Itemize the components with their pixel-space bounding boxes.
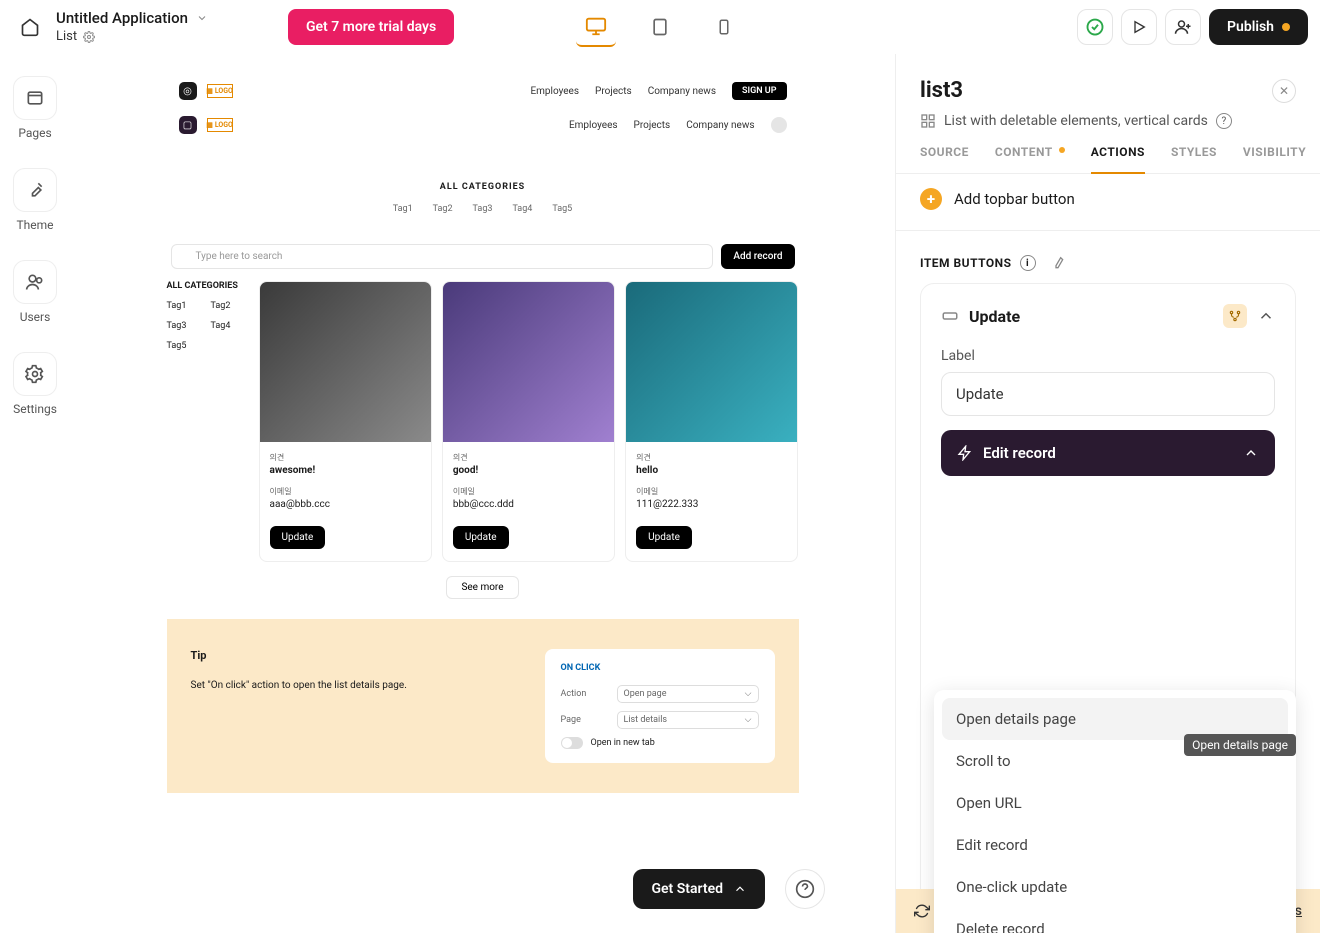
see-more-button[interactable]: See more — [446, 576, 518, 599]
chevron-up-icon[interactable] — [1257, 307, 1275, 325]
globe-icon: ◎ — [179, 82, 197, 100]
device-tablet[interactable] — [640, 7, 680, 47]
panel-subtitle: List with deletable elements, vertical c… — [944, 113, 1208, 129]
preview-button[interactable] — [1121, 9, 1157, 45]
action-dropdown: Open details page Scroll to Open URL Edi… — [934, 690, 1296, 933]
info-icon[interactable]: ? — [1216, 113, 1232, 129]
nav-settings[interactable]: Settings — [13, 352, 57, 416]
nav-users[interactable]: Users — [13, 260, 57, 324]
trial-button[interactable]: Get 7 more trial days — [288, 9, 454, 45]
newtab-label: Open in new tab — [591, 738, 655, 748]
help-button[interactable] — [785, 869, 825, 909]
page-label: Page — [561, 715, 607, 725]
branch-icon[interactable] — [1223, 304, 1247, 328]
tab-source[interactable]: SOURCE — [920, 145, 969, 173]
grid-icon — [920, 113, 936, 129]
sidebar-tag[interactable]: Tag2 — [211, 301, 247, 311]
pending-dot-icon — [1282, 23, 1290, 31]
sidebar-categories-heading: ALL CATEGORIES — [167, 281, 247, 291]
item-buttons-heading: ITEM BUTTONS — [920, 256, 1012, 270]
dropdown-item[interactable]: Delete record — [942, 908, 1288, 933]
card-update-button[interactable]: Update — [270, 526, 326, 549]
card-image — [260, 282, 431, 442]
nav-projects[interactable]: Projects — [595, 86, 632, 97]
logo-badge: ▦LOGO — [207, 84, 233, 98]
list-card[interactable]: 의견hello 이메일111@222.333 Update — [625, 281, 798, 562]
card-update-button[interactable]: Update — [636, 526, 692, 549]
sidebar-tag[interactable]: Tag3 — [167, 321, 203, 331]
sidebar-tag[interactable]: Tag5 — [167, 341, 203, 351]
device-mobile[interactable] — [704, 7, 744, 47]
card-image — [626, 282, 797, 442]
bolt-icon — [957, 445, 973, 461]
refresh-icon — [914, 903, 930, 919]
add-topbar-button[interactable]: + Add topbar button — [920, 188, 1296, 210]
breadcrumb-page[interactable]: List — [56, 29, 77, 44]
label-input[interactable] — [941, 372, 1275, 416]
categories-heading: ALL CATEGORIES — [167, 182, 799, 192]
plus-icon: + — [920, 188, 942, 210]
nav-company-news[interactable]: Company news — [648, 86, 716, 97]
action-type-select[interactable]: Edit record — [941, 430, 1275, 476]
home-button[interactable] — [12, 9, 48, 45]
tooltip: Open details page — [1184, 734, 1296, 756]
nav-company-news-2[interactable]: Company news — [686, 120, 754, 131]
nav-employees-2[interactable]: Employees — [569, 120, 618, 131]
tip-text: Set "On click" action to open the list d… — [191, 680, 485, 691]
sidebar-tag[interactable]: Tag4 — [211, 321, 247, 331]
onclick-heading: ON CLICK — [561, 663, 759, 673]
list-card[interactable]: 의견good! 이메일bbb@ccc.ddd Update — [442, 281, 615, 562]
tag-link[interactable]: Tag4 — [512, 204, 532, 214]
chevron-up-icon — [1243, 445, 1259, 461]
item-name: Update — [969, 307, 1020, 326]
action-label: Action — [561, 689, 607, 699]
tag-link[interactable]: Tag2 — [433, 204, 453, 214]
tag-link[interactable]: Tag1 — [393, 204, 413, 214]
nav-employees[interactable]: Employees — [530, 86, 579, 97]
app-title[interactable]: Untitled Application — [56, 9, 188, 27]
label-field-label: Label — [941, 348, 1275, 364]
device-desktop[interactable] — [576, 7, 616, 47]
nav-pages[interactable]: Pages — [13, 76, 57, 140]
tab-visibility[interactable]: VISIBILITY — [1243, 145, 1306, 173]
content-dot-icon — [1059, 147, 1065, 153]
dropdown-item[interactable]: One-click update — [942, 866, 1288, 908]
dropdown-item[interactable]: Edit record — [942, 824, 1288, 866]
logo-badge-2: ▦LOGO — [207, 118, 233, 132]
tag-link[interactable]: Tag3 — [473, 204, 493, 214]
tag-link[interactable]: Tag5 — [552, 204, 572, 214]
sidebar-tag[interactable]: Tag1 — [167, 301, 203, 311]
dropdown-item[interactable]: Open URL — [942, 782, 1288, 824]
close-panel-button[interactable]: ✕ — [1272, 79, 1296, 103]
tab-styles[interactable]: STYLES — [1171, 145, 1217, 173]
status-check-button[interactable] — [1077, 9, 1113, 45]
tab-actions[interactable]: ACTIONS — [1091, 145, 1145, 173]
tab-content[interactable]: CONTENT — [995, 145, 1065, 173]
button-icon — [941, 307, 959, 325]
info-icon[interactable]: i — [1020, 255, 1036, 271]
publish-button[interactable]: Publish — [1209, 9, 1308, 45]
nav-theme[interactable]: Theme — [13, 168, 57, 232]
invite-user-button[interactable] — [1165, 9, 1201, 45]
brush-icon[interactable] — [1050, 255, 1066, 271]
add-record-button[interactable]: Add record — [721, 244, 794, 269]
nav-projects-2[interactable]: Projects — [634, 120, 671, 131]
case-icon: ▢ — [179, 116, 197, 134]
card-image — [443, 282, 614, 442]
chevron-down-icon[interactable] — [196, 12, 208, 24]
list-card[interactable]: 의견awesome! 이메일aaa@bbb.ccc Update — [259, 281, 432, 562]
card-update-button[interactable]: Update — [453, 526, 509, 549]
search-input[interactable]: Type here to search — [171, 244, 714, 269]
panel-title: list3 — [920, 78, 963, 103]
signup-button[interactable]: SIGN UP — [732, 82, 787, 100]
newtab-toggle[interactable] — [561, 737, 583, 749]
avatar[interactable] — [771, 117, 787, 133]
action-select[interactable]: Open page⌵ — [617, 685, 759, 703]
get-started-button[interactable]: Get Started — [633, 869, 765, 909]
page-select[interactable]: List details⌵ — [617, 711, 759, 729]
tip-heading: Tip — [191, 649, 485, 662]
gear-icon[interactable] — [83, 31, 95, 43]
